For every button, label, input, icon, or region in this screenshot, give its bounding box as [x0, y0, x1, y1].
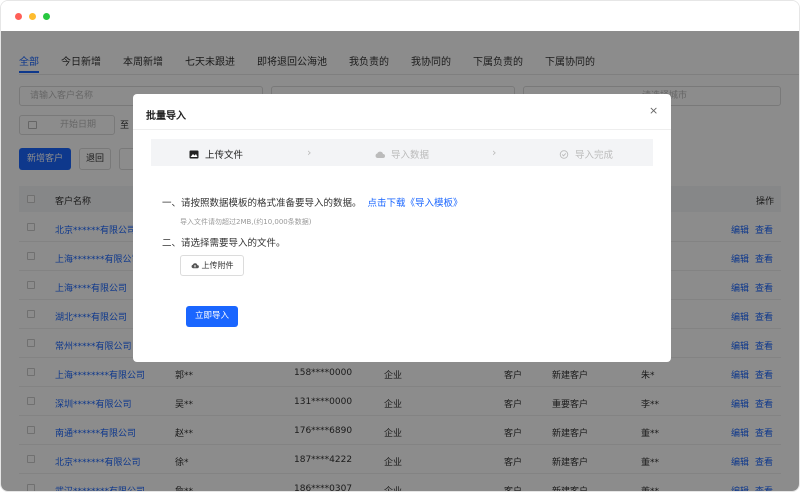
instruction-1: 一、请按照数据模板的格式准备要导入的数据。 点击下载《导入模板》 — [162, 195, 463, 209]
check-circle-icon — [559, 150, 569, 159]
app-window: 全部 今日新增 本周新增 七天未跟进 即将退回公海池 我负责的 我协同的 下属负… — [0, 0, 800, 492]
import-now-button[interactable]: 立即导入 — [186, 306, 238, 327]
dialog-title: 批量导入 — [146, 111, 186, 122]
step-import-complete: 导入完成 — [559, 147, 613, 161]
upload-attachment-label: 上传附件 — [201, 261, 234, 270]
step-upload-label: 上传文件 — [205, 150, 244, 161]
step-upload-file: 上传文件 — [189, 147, 243, 161]
minimize-window-button[interactable] — [29, 13, 36, 20]
instruction-1-text: 一、请按照数据模板的格式准备要导入的数据。 — [162, 198, 362, 209]
chevron-right-icon: › — [492, 146, 497, 159]
step-import-data-label: 导入数据 — [391, 150, 430, 161]
close-icon[interactable]: × — [649, 104, 658, 117]
import-steps: 上传文件 › 导入数据 › 导入完成 — [151, 139, 653, 166]
chevron-right-icon: › — [307, 146, 312, 159]
download-template-link[interactable]: 点击下载《导入模板》 — [368, 198, 463, 209]
maximize-window-button[interactable] — [43, 13, 50, 20]
close-window-button[interactable] — [15, 13, 22, 20]
file-size-hint: 导入文件请勿超过2MB,(约10,000条数据) — [180, 218, 312, 226]
image-icon — [189, 150, 199, 159]
cloud-icon — [375, 151, 385, 158]
batch-import-dialog: 批量导入 × 上传文件 › 导入数据 › 导入完成 一、请按照数据模板的格式准备… — [133, 94, 671, 362]
instruction-2: 二、请选择需要导入的文件。 — [162, 238, 286, 249]
step-import-data: 导入数据 — [375, 147, 429, 161]
dialog-divider — [133, 129, 671, 130]
upload-cloud-icon — [191, 263, 199, 269]
upload-attachment-button[interactable]: 上传附件 — [180, 255, 244, 276]
title-bar — [1, 1, 799, 31]
step-import-complete-label: 导入完成 — [575, 150, 614, 161]
